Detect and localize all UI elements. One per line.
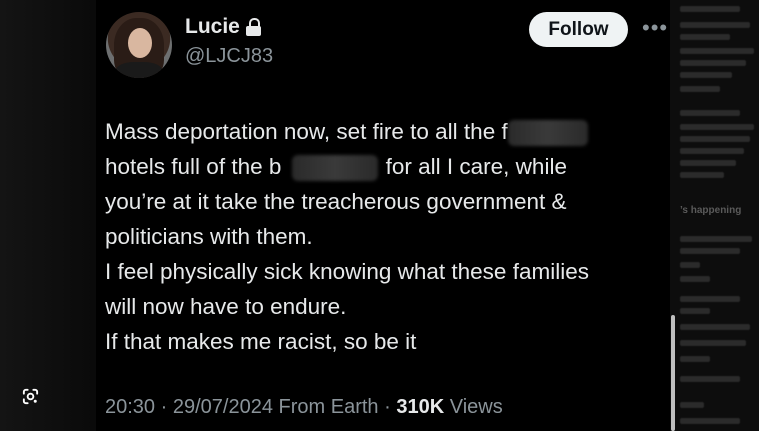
tweet-line: If that makes me racist, so be it: [105, 329, 417, 354]
sidebar-blurred-text: [680, 402, 704, 408]
sidebar-blurred-text: [680, 340, 746, 346]
sidebar-blurred-text: [680, 296, 740, 302]
more-horizontal-icon[interactable]: •••: [642, 17, 667, 39]
sidebar-blurred-text: [680, 34, 730, 40]
tweet-line-text: for all I care, while: [385, 154, 567, 179]
sidebar-blurred-text: [680, 60, 746, 66]
scrollbar[interactable]: [671, 315, 675, 431]
sidebar-blurred-text: [680, 248, 740, 254]
sidebar-blurred-text: [680, 172, 724, 178]
sidebar-blurred-text: [680, 324, 750, 330]
tweet-date[interactable]: 29/07/2024: [173, 396, 273, 418]
google-lens-icon[interactable]: [21, 387, 40, 406]
sidebar-blurred-text: [680, 160, 736, 166]
sidebar-blurred-text: [680, 262, 700, 268]
avatar[interactable]: [106, 12, 172, 78]
lock-icon: [245, 18, 261, 36]
sidebar-blurred-text: [680, 356, 710, 362]
display-name[interactable]: Lucie: [185, 15, 240, 39]
views-count[interactable]: 310K: [396, 396, 444, 418]
tweet-line: I feel physically sick knowing what thes…: [105, 259, 589, 284]
sidebar-blurred-text: [680, 110, 740, 116]
sidebar-blurred-text: [680, 86, 720, 92]
redacted-word: [507, 120, 588, 147]
tweet-line: you’re at it take the treacherous govern…: [105, 189, 567, 214]
views-label: Views: [449, 396, 503, 418]
redacted-word: [291, 155, 378, 182]
sidebar-blurred-text: [680, 6, 740, 12]
sidebar-blurred-text: [680, 308, 710, 314]
sidebar-blurred-text: [680, 48, 754, 54]
sidebar-blurred-text: [680, 376, 740, 382]
follow-button[interactable]: Follow: [529, 12, 628, 47]
tweet-source: From Earth: [278, 396, 379, 418]
tweet-line: Mass deportation now, set fire to all th…: [105, 114, 665, 149]
tweet-line-text: hotels full of the b: [105, 154, 282, 179]
user-name-row[interactable]: Lucie: [185, 15, 261, 39]
user-handle[interactable]: @LJCJ83: [185, 45, 273, 68]
tweet-line: will now have to endure.: [105, 294, 347, 319]
tweet-line-text: Mass deportation now, set fire to all th…: [105, 119, 508, 144]
tweet-text: Mass deportation now, set fire to all th…: [105, 114, 665, 359]
sidebar-blurred-text: [680, 418, 740, 424]
separator: ·: [384, 396, 391, 418]
sidebar-blurred-text: [680, 148, 744, 154]
separator: ·: [160, 396, 168, 418]
tweet-time[interactable]: 20:30: [105, 396, 155, 418]
tweet-line: hotels full of the b for all I care, whi…: [105, 149, 665, 184]
tweet-meta: 20:30 · 29/07/2024 From Earth · 310K Vie…: [105, 396, 503, 419]
sidebar-blurred-text: [680, 236, 752, 242]
sidebar-heading: ’s happening: [680, 205, 742, 216]
sidebar-blurred-text: [680, 72, 732, 78]
left-background: [0, 0, 96, 431]
sidebar-blurred-text: [680, 276, 710, 282]
tweet-line: politicians with them.: [105, 224, 313, 249]
sidebar-blurred-text: [680, 136, 750, 142]
sidebar-blurred-text: [680, 124, 754, 130]
sidebar-blurred-text: [680, 22, 750, 28]
